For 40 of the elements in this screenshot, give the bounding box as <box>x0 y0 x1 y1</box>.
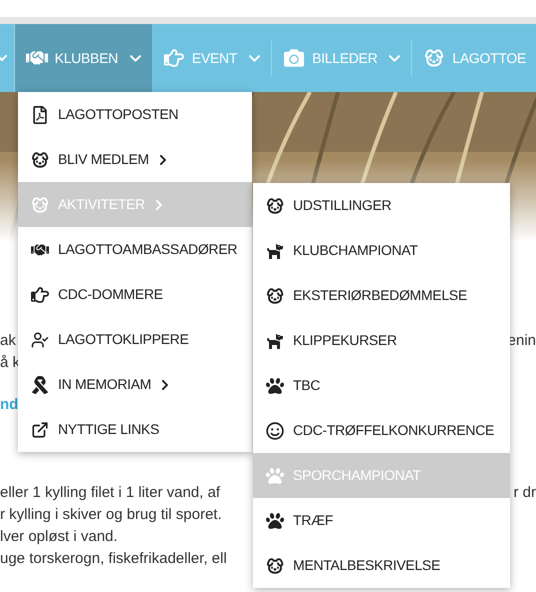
menu-item[interactable]: BLIV MEDLEM <box>18 137 252 182</box>
dog-icon <box>266 196 284 214</box>
dog-icon <box>266 242 284 260</box>
smiley-icon <box>266 422 284 440</box>
submenu-item[interactable]: TRÆF <box>253 498 510 543</box>
body-text: eller 1 kylling filet i 1 liter vand, af <box>0 483 220 503</box>
menu-item[interactable]: LAGOTTOAMBASSADØRER <box>18 227 252 272</box>
pointing-hand-icon <box>162 48 185 68</box>
menu-item[interactable]: LAGOTTOPOSTEN <box>18 92 252 137</box>
paw-icon <box>266 376 284 394</box>
body-text: r kylling i skiver og brug til sporet. <box>0 505 222 525</box>
submenu-item[interactable]: KLUBCHAMPIONAT <box>253 228 510 273</box>
pointing-hand-icon <box>31 286 49 304</box>
menu-item[interactable]: LAGOTTOKLIPPERE <box>18 317 252 362</box>
ribbon-icon <box>31 376 49 394</box>
dog-icon <box>266 286 284 304</box>
dog-icon <box>423 48 446 68</box>
external-link-icon <box>31 420 49 438</box>
user-check-icon <box>31 330 49 348</box>
body-text: r dr <box>514 483 536 503</box>
menu-item[interactable]: IN MEMORIAM <box>18 362 252 407</box>
pdf-file-icon <box>31 106 49 124</box>
submenu-item[interactable]: CDC-TRØFFELKONKURRENCE <box>253 408 510 453</box>
submenu-item[interactable]: UDSTILLINGER <box>253 183 510 228</box>
dog-icon <box>266 556 284 574</box>
body-text: lver opløst i vand. <box>0 527 118 547</box>
camera-icon <box>283 48 306 68</box>
paw-icon <box>266 512 284 530</box>
body-text: ak <box>0 331 16 351</box>
submenu-item[interactable]: KLIPPEKURSER <box>253 318 510 363</box>
dog-icon <box>266 332 284 350</box>
body-text: uge torskerogn, fiskefrikadeller, ell <box>0 549 227 569</box>
dog-icon <box>31 150 49 168</box>
submenu-item[interactable]: MENTALBESKRIVELSE <box>253 543 510 588</box>
paw-icon <box>266 466 284 484</box>
dog-icon <box>31 196 49 214</box>
submenu-item[interactable]: TBC <box>253 363 510 408</box>
menu-item[interactable]: NYTTIGE LINKS <box>18 407 252 452</box>
submenu-item[interactable]: EKSTERIØRBEDØMMELSE <box>253 273 510 318</box>
menu-item[interactable]: CDC-DOMMERE <box>18 272 252 317</box>
